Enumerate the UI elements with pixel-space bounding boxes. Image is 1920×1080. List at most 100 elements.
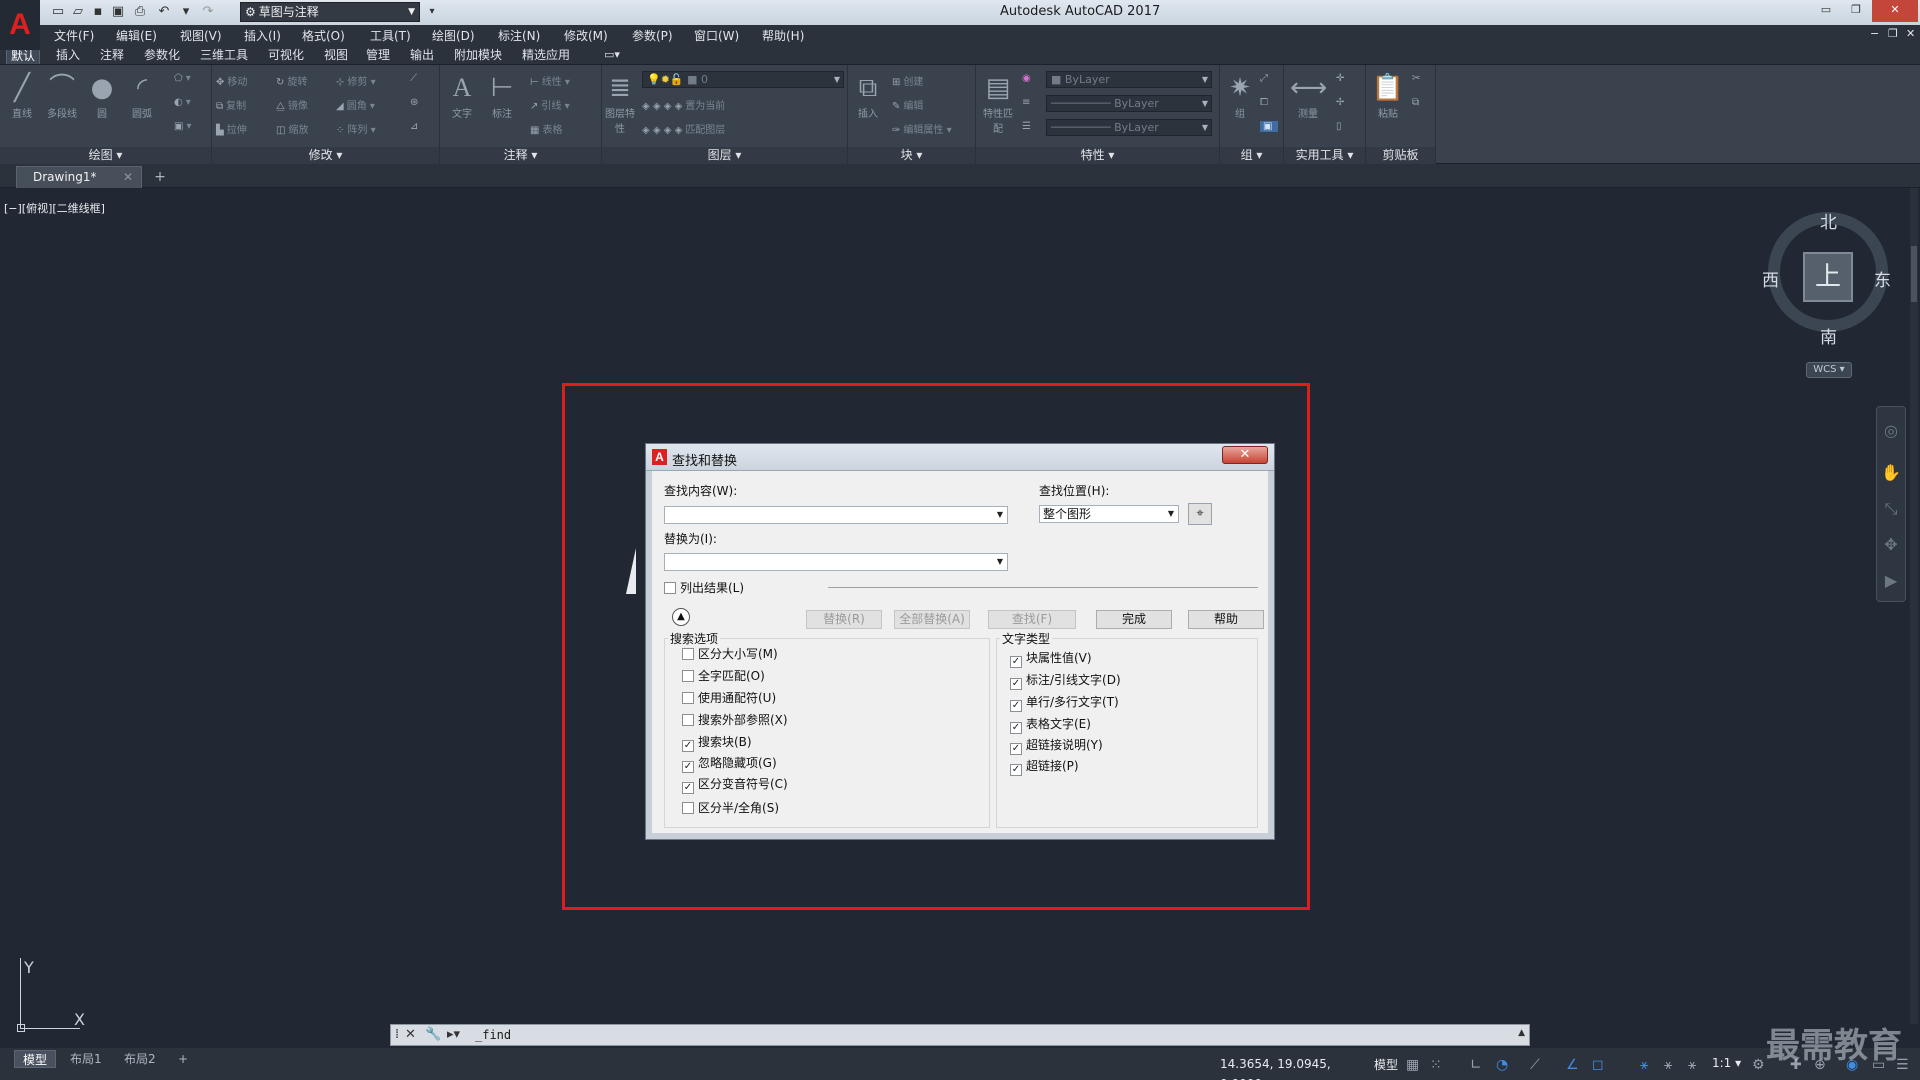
tab-view[interactable]: 视图 <box>320 47 352 63</box>
option-checkbox[interactable]: 区分半/全角(S) <box>682 801 779 815</box>
panel-title-modify[interactable]: 修改 ▾ <box>212 147 439 164</box>
save-as-icon[interactable]: ▣ <box>108 3 128 21</box>
match-properties-tool[interactable]: ▤ 特性匹配 <box>980 71 1016 135</box>
linetype-dropdown[interactable]: ───────── ByLayer ▼ <box>1046 119 1212 136</box>
dialog-close-button[interactable]: ✕ <box>1222 446 1268 464</box>
undo-dropdown-icon[interactable]: ▾ <box>176 3 196 21</box>
snap-icon[interactable]: ⁙ <box>1430 1057 1442 1073</box>
option-checkbox[interactable]: 区分大小写(M) <box>682 647 778 661</box>
mirror-tool[interactable]: ⧋ 镜像 <box>276 97 308 112</box>
menu-modify[interactable]: 修改(M) <box>564 27 608 44</box>
color-wheel-icon[interactable]: ◉ <box>1022 73 1034 84</box>
annotation-scale[interactable]: 1:1 ▾ <box>1712 1056 1741 1070</box>
replace-all-button[interactable]: 全部替换(A) <box>894 610 970 629</box>
menu-view[interactable]: 视图(V) <box>180 27 222 44</box>
menu-insert[interactable]: 插入(I) <box>244 27 281 44</box>
menu-dimension[interactable]: 标注(N) <box>498 27 540 44</box>
workspace-selector[interactable]: ⚙ 草图与注释 ▼ <box>240 2 420 22</box>
select-objects-button[interactable]: ⌖ <box>1188 503 1212 525</box>
polyline-tool[interactable]: ⌒ 多段线 <box>44 71 80 120</box>
pan-icon[interactable]: ✋ <box>1881 463 1901 483</box>
viewcube-north[interactable]: 北 <box>1820 208 1837 233</box>
menu-parametric[interactable]: 参数(P) <box>632 27 673 44</box>
replace-button[interactable]: 替换(R) <box>806 610 882 629</box>
find-input[interactable]: ▼ <box>664 506 1008 524</box>
trim-tool[interactable]: ⊹ 修剪 ▾ <box>336 73 376 88</box>
option-checkbox[interactable]: ✓ 超链接说明(Y) <box>1010 738 1103 755</box>
new-tab-button[interactable]: + <box>150 169 170 185</box>
zoom-extents-icon[interactable]: ⤡ <box>1881 499 1901 519</box>
open-file-icon[interactable]: ▱ <box>68 3 88 21</box>
panel-title-layers[interactable]: 图层 ▾ <box>602 147 847 164</box>
chevron-up-icon[interactable]: ▲ <box>1518 1028 1525 1038</box>
option-checkbox[interactable]: ✓ 单行/多行文字(T) <box>1010 695 1119 712</box>
qat-customize-icon[interactable]: ▾ <box>422 3 442 21</box>
option-checkbox[interactable]: ✓ 表格文字(E) <box>1010 717 1091 734</box>
command-input[interactable] <box>475 1026 1515 1044</box>
panel-title-utilities[interactable]: 实用工具 ▾ <box>1284 147 1365 164</box>
point-style-icon[interactable]: ✛ <box>1336 73 1347 84</box>
osnap-tracking-icon[interactable]: ∠ <box>1566 1057 1579 1073</box>
copy-tool[interactable]: ⧉ 复制 <box>216 97 246 112</box>
edit-attribute-tool[interactable]: ✑ 编辑属性 ▾ <box>892 121 952 136</box>
doc-close-icon[interactable]: ✕ <box>1906 27 1915 40</box>
option-checkbox[interactable]: ✓ 搜索块(B) <box>682 735 752 752</box>
save-icon[interactable]: ▪ <box>88 3 108 21</box>
erase-icon[interactable]: ⟋ <box>410 73 420 84</box>
explode-icon[interactable]: ⊛ <box>410 97 421 108</box>
tab-insert[interactable]: 插入 <box>52 47 84 63</box>
new-file-icon[interactable]: ▭ <box>48 3 68 21</box>
group-tool[interactable]: ✷ 组 <box>1222 71 1258 120</box>
annotation-visibility-icon[interactable]: ⚹ <box>1640 1057 1648 1073</box>
redo-icon[interactable]: ↷ <box>198 3 218 21</box>
circle-tool[interactable]: ● 圆 <box>84 71 120 120</box>
menu-edit[interactable]: 编辑(E) <box>116 27 157 44</box>
undo-icon[interactable]: ↶ <box>154 3 174 21</box>
option-checkbox[interactable]: ✓ 区分变音符号(C) <box>682 777 788 794</box>
panel-title-draw[interactable]: 绘图 ▾ <box>0 147 211 164</box>
panel-title-annotation[interactable]: 注释 ▾ <box>440 147 601 164</box>
dialog-title-bar[interactable]: A 查找和替换 ✕ <box>646 444 1274 471</box>
done-button[interactable]: 完成 <box>1096 610 1172 629</box>
line-tool[interactable]: ╱ 直线 <box>4 71 40 120</box>
tab-visualize[interactable]: 可视化 <box>264 47 308 63</box>
group-edit-icon[interactable]: ⧠ <box>1260 97 1271 108</box>
tab-3d-tools[interactable]: 三维工具 <box>196 47 252 63</box>
viewcube-east[interactable]: 东 <box>1874 266 1891 291</box>
viewcube-west[interactable]: 西 <box>1762 266 1779 291</box>
option-checkbox[interactable]: 使用通配符(U) <box>682 691 776 705</box>
close-cmd-icon[interactable]: ✕ <box>405 1027 416 1042</box>
scale-tool[interactable]: ◫ 缩放 <box>276 121 308 136</box>
fillet-tool[interactable]: ◢ 圆角 ▾ <box>336 97 375 112</box>
tab-featured-apps[interactable]: 精选应用 <box>518 47 574 63</box>
cut-icon[interactable]: ✂ <box>1412 73 1423 84</box>
option-checkbox[interactable]: ✓ 超链接(P) <box>1010 759 1079 776</box>
drawing-tab[interactable]: Drawing1* ✕ <box>16 166 142 188</box>
ribbon-display-icon[interactable]: ▭▾ <box>600 47 624 63</box>
viewcube-south[interactable]: 南 <box>1820 323 1837 348</box>
menu-help[interactable]: 帮助(H) <box>762 27 804 44</box>
doc-restore-icon[interactable]: ❐ <box>1888 27 1898 40</box>
viewport-controls-label[interactable]: [−][俯视][二维线框] <box>4 200 105 216</box>
menu-window[interactable]: 窗口(W) <box>694 27 739 44</box>
tab-parametric[interactable]: 参数化 <box>140 47 184 63</box>
menu-file[interactable]: 文件(F) <box>54 27 94 44</box>
orbit-icon[interactable]: ✥ <box>1881 535 1901 555</box>
auto-scale-icon[interactable]: ⚹ <box>1664 1057 1672 1073</box>
layer-dropdown[interactable]: 💡✹🔓 ■ 0 ▼ <box>642 71 844 88</box>
array-tool[interactable]: ⁘ 阵列 ▾ <box>336 121 376 136</box>
panel-title-group[interactable]: 组 ▾ <box>1220 147 1283 164</box>
panel-title-clipboard[interactable]: 剪贴板 <box>1366 147 1435 164</box>
move-tool[interactable]: ✥ 移动 <box>216 73 247 88</box>
scrollbar-thumb[interactable] <box>1911 246 1917 302</box>
workspace-gear-icon[interactable]: ⚙ <box>1752 1057 1765 1073</box>
option-checkbox[interactable]: ✓ 忽略隐藏项(G) <box>682 756 777 773</box>
leader-tool[interactable]: ↗ 引线 ▾ <box>530 97 570 112</box>
close-tab-icon[interactable]: ✕ <box>123 167 133 187</box>
steering-wheel-icon[interactable]: ◎ <box>1881 421 1901 441</box>
close-icon[interactable]: ✕ <box>1872 0 1918 22</box>
chevron-down-icon[interactable]: ▼ <box>997 554 1003 570</box>
calculator-icon[interactable]: ▯ <box>1336 121 1345 132</box>
option-checkbox[interactable]: 全字匹配(O) <box>682 669 765 683</box>
paste-tool[interactable]: 📋 粘贴 <box>1370 71 1406 120</box>
